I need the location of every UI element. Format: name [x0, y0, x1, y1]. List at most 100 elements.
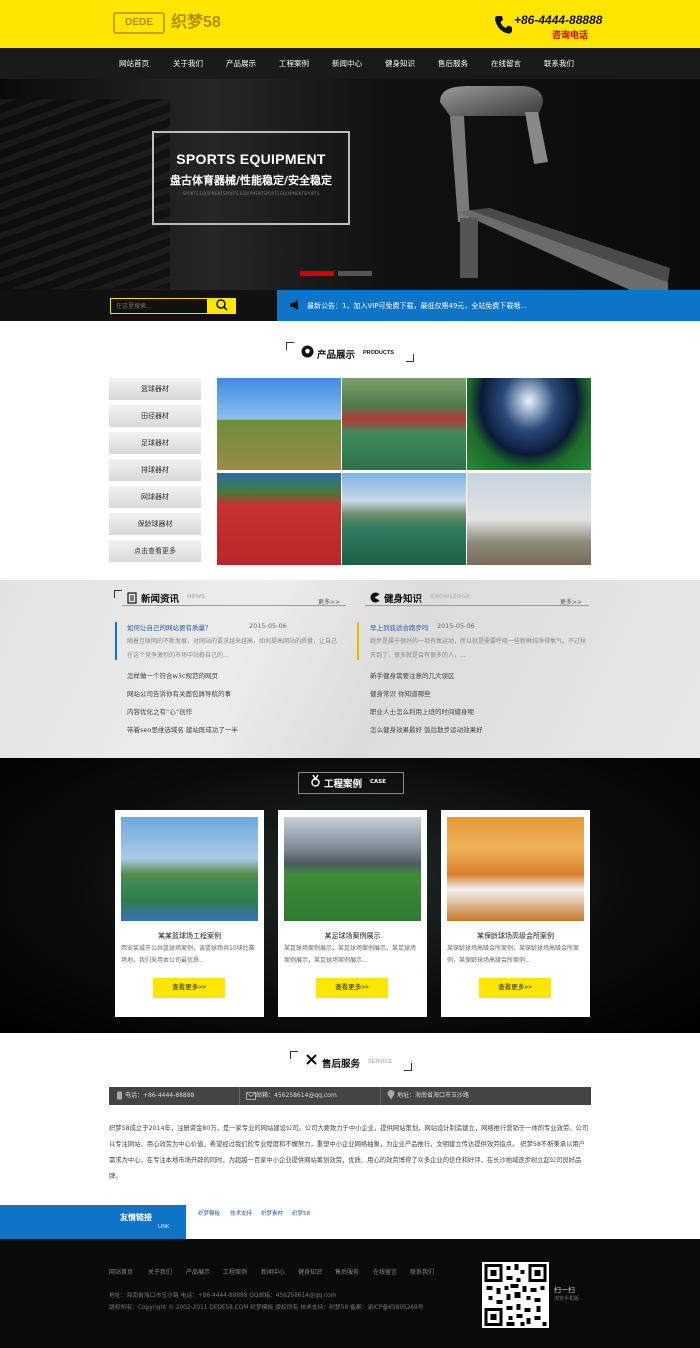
- knowledge-list-item[interactable]: 怎么健身效果最好 饭后散步运动效果好: [370, 724, 483, 734]
- phone-icon: [117, 1091, 122, 1100]
- category-football[interactable]: 足球器材: [109, 432, 201, 454]
- nav-item-about[interactable]: 关于我们: [173, 48, 203, 79]
- case-card[interactable]: 某足球场案例展示 某足球场案例展示，某足球场案例展示，某足球场案例展示，某足球场…: [278, 810, 427, 1017]
- knowledge-list-item[interactable]: 职业人士怎么利用上班的时间健身呢: [370, 706, 474, 716]
- product-photo-aerial-courts[interactable]: [342, 378, 466, 470]
- knowledge-more-link[interactable]: 更多>>: [560, 597, 582, 606]
- nav-item-knowledge[interactable]: 健身知识: [385, 48, 415, 79]
- notice-text[interactable]: 最新公告：1，加入VIP可免费下载，最低仅需49元，全站免费下载哦...: [307, 301, 527, 311]
- treadmill-image: [440, 86, 670, 290]
- nav-item-home[interactable]: 网站首页: [119, 48, 149, 79]
- title-bracket-right: [404, 1063, 412, 1071]
- news-list-item[interactable]: 带着seo思维选域名 建站既成功了一半: [127, 724, 238, 734]
- knowledge-list-item[interactable]: 健身常识 你知道哪些: [370, 688, 431, 698]
- case-card[interactable]: 某保龄球场高级会所案例 某保龄球场高级会所案例，某保龄球场高级会所案例，某保龄球…: [441, 810, 590, 1017]
- contact-address-text: 地址：海南省海口市玉沙路: [397, 1092, 470, 1099]
- contact-address: 地址：海南省海口市玉沙路: [381, 1087, 591, 1105]
- product-photo-running-track[interactable]: [217, 473, 341, 565]
- case-more-button[interactable]: 查看更多>>: [479, 978, 551, 998]
- news-list-item[interactable]: 网站公司告诉你有关面包屑导航的事: [127, 688, 231, 698]
- case-photo-basketball: [121, 817, 258, 921]
- footer-nav-item[interactable]: 网站首页: [109, 1267, 133, 1276]
- knowledge-featured-marker: [357, 622, 359, 660]
- footer-nav-item[interactable]: 联系我们: [410, 1267, 434, 1276]
- friend-link[interactable]: 技术支持: [230, 1209, 252, 1217]
- phone-icon: [494, 16, 512, 34]
- contact-phone-text: 电话：+86-4444-88888: [125, 1092, 195, 1099]
- header-phone-label: 咨询电话: [552, 31, 589, 41]
- knowledge-list-item[interactable]: 新手健身需要注意的几大误区: [370, 670, 455, 680]
- banner-small-text: SPORTS EQUIPMENTSPORTS EQUIPMENTSPORTS E…: [182, 191, 320, 196]
- contact-bar: 电话：+86-4444-88888 邮箱：456258614@qq.com 地址…: [109, 1087, 591, 1105]
- logo-mark: DEDE: [113, 12, 165, 34]
- site-logo[interactable]: DEDE 织梦58: [113, 12, 237, 34]
- footer-nav-item[interactable]: 健身知识: [298, 1267, 322, 1276]
- product-photo-green-courts[interactable]: [342, 473, 466, 565]
- footer-nav-item[interactable]: 关于我们: [148, 1267, 172, 1276]
- title-bracket-left: [290, 1051, 298, 1059]
- products-section-title: 产品展示 PRODUCTS: [286, 342, 414, 362]
- slider-dot-active[interactable]: [300, 271, 334, 276]
- footer-nav-item[interactable]: 售后服务: [335, 1267, 359, 1276]
- qr-sublabel: 浏览手机版: [554, 1296, 580, 1302]
- nav-item-products[interactable]: 产品展示: [226, 48, 256, 79]
- news-featured-title[interactable]: 如何让自己的网站更有质量？: [127, 622, 212, 632]
- footer: [0, 1239, 700, 1348]
- product-photo-stadium-night[interactable]: [467, 378, 591, 470]
- product-photo-basketball-hoop[interactable]: [467, 473, 591, 565]
- category-track[interactable]: 田径器材: [109, 405, 201, 427]
- category-tennis[interactable]: 网球器材: [109, 486, 201, 508]
- case-description: 西安某城市公共篮球场案例，该篮球场共10块比赛场地，我们采用本公司最优质...: [121, 945, 255, 964]
- search-button[interactable]: [208, 298, 236, 314]
- case-more-button[interactable]: 查看更多>>: [153, 978, 225, 998]
- case-more-button[interactable]: 查看更多>>: [316, 978, 388, 998]
- search-input[interactable]: [110, 298, 208, 314]
- search-icon: [216, 298, 228, 311]
- news-list-item[interactable]: 怎样做一个符合w3c规范的网页: [127, 670, 218, 680]
- medal-icon: [311, 774, 320, 787]
- case-description: 某足球场案例展示，某足球场案例展示，某足球场案例展示，某足球场案例展示...: [284, 945, 417, 964]
- case-title[interactable]: 某某篮球场工程案例: [115, 931, 264, 941]
- contact-email-text: 邮箱：456258614@qq.com: [256, 1092, 337, 1099]
- location-icon: [387, 1090, 395, 1100]
- footer-nav-item[interactable]: 在线留言: [373, 1267, 397, 1276]
- category-more[interactable]: 点击查看更多: [109, 540, 201, 562]
- cases-title-en: CASE: [370, 779, 387, 785]
- banner-title-en: SPORTS EQUIPMENT: [176, 151, 326, 167]
- knowledge-title-en: KNOWLEDGE: [430, 594, 470, 600]
- nav-item-cases[interactable]: 工程案例: [279, 48, 309, 79]
- product-photo-tennis-court[interactable]: [217, 378, 341, 470]
- banner-title-cn: 盘古体育器械/性能稳定/安全稳定: [169, 174, 333, 187]
- news-header: 新闻资讯 NEWS: [114, 590, 346, 606]
- products-title-cn: 产品展示: [317, 350, 356, 361]
- friend-link[interactable]: 织梦素材: [261, 1209, 283, 1217]
- nav-item-message[interactable]: 在线留言: [491, 48, 521, 79]
- friend-link[interactable]: 织梦58: [292, 1209, 310, 1217]
- friend-link[interactable]: 织梦模板: [198, 1209, 220, 1217]
- nav-item-contact[interactable]: 联系我们: [544, 48, 574, 79]
- about-paragraph: 织梦58成立于2014年，注册资金80万，是一家专业的网站建设公司。公司大要致力…: [109, 1125, 589, 1180]
- case-card[interactable]: 某某篮球场工程案例 西安某城市公共篮球场案例，该篮球场共10块比赛场地，我们采用…: [115, 810, 264, 1017]
- service-section-title: 售后服务 SERVICE: [290, 1051, 412, 1071]
- category-basketball[interactable]: 篮球器材: [109, 378, 201, 400]
- soccer-ball-icon: [301, 345, 314, 358]
- case-photo-football: [284, 817, 421, 921]
- footer-nav-item[interactable]: 工程案例: [223, 1267, 247, 1276]
- news-more-link[interactable]: 更多>>: [318, 597, 340, 606]
- footer-nav-item[interactable]: 新闻中心: [261, 1267, 285, 1276]
- nav-item-news[interactable]: 新闻中心: [332, 48, 362, 79]
- case-title[interactable]: 某足球场案例展示: [278, 931, 427, 941]
- news-list-item[interactable]: 内容优化之有“心”创作: [127, 706, 192, 716]
- case-title[interactable]: 某保龄球场高级会所案例: [441, 931, 590, 941]
- service-title-cn: 售后服务: [322, 1059, 361, 1070]
- slider-dot[interactable]: [338, 271, 372, 276]
- title-bracket-right: [406, 354, 414, 362]
- category-bowling[interactable]: 保龄球器材: [109, 513, 201, 535]
- qr-label: 扫一扫: [554, 1286, 575, 1294]
- nav-item-service[interactable]: 售后服务: [438, 48, 468, 79]
- footer-nav-item[interactable]: 产品展示: [186, 1267, 210, 1276]
- category-volleyball[interactable]: 排球器材: [109, 459, 201, 481]
- friend-links-label-en: LINK: [158, 1224, 170, 1230]
- products-title-en: PRODUCTS: [363, 350, 394, 356]
- knowledge-featured-title[interactable]: 早上到底适合跑步吗: [370, 622, 429, 632]
